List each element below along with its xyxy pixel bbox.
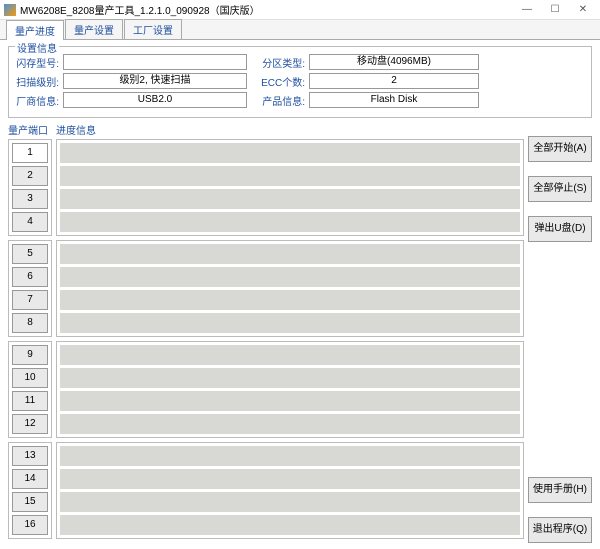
port-button-3[interactable]: 3	[12, 189, 48, 209]
minimize-button[interactable]: —	[520, 4, 534, 15]
progress-group-2	[56, 240, 524, 337]
scan-value: 级别2, 快速扫描	[63, 73, 247, 89]
vendor-label: 厂商信息:	[15, 93, 59, 108]
tab-progress[interactable]: 量产进度	[6, 20, 64, 40]
port-button-15[interactable]: 15	[12, 492, 48, 512]
progress-row	[60, 313, 520, 333]
settings-legend: 设置信息	[15, 40, 59, 55]
flash-label: 闪存型号:	[15, 55, 59, 70]
app-icon	[4, 4, 16, 16]
partition-value: 移动盘(4096MB)	[309, 54, 479, 70]
partition-label: 分区类型:	[261, 55, 305, 70]
port-button-12[interactable]: 12	[12, 414, 48, 434]
progress-row	[60, 515, 520, 535]
port-button-9[interactable]: 9	[12, 345, 48, 365]
progress-row	[60, 446, 520, 466]
scan-label: 扫描级别:	[15, 74, 59, 89]
progress-row	[60, 368, 520, 388]
window-controls: — ☐ ✕	[520, 4, 596, 15]
titlebar: MW6208E_8208量产工具_1.2.1.0_090928（国庆版） — ☐…	[0, 0, 600, 20]
port-group-1: 1 2 3 4	[8, 139, 52, 236]
progress-row	[60, 189, 520, 209]
progress-column-head: 进度信息	[56, 122, 524, 139]
port-group-2: 5 6 7 8	[8, 240, 52, 337]
window-title: MW6208E_8208量产工具_1.2.1.0_090928（国庆版）	[20, 2, 520, 17]
start-all-button[interactable]: 全部开始(A)	[528, 136, 592, 162]
ecc-value: 2	[309, 73, 479, 89]
maximize-button[interactable]: ☐	[548, 4, 562, 15]
progress-group-3	[56, 341, 524, 438]
eject-button[interactable]: 弹出U盘(D)	[528, 216, 592, 242]
manual-button[interactable]: 使用手册(H)	[528, 477, 592, 503]
progress-row	[60, 244, 520, 264]
action-column: 全部开始(A) 全部停止(S) 弹出U盘(D) 使用手册(H) 退出程序(Q)	[528, 122, 592, 543]
port-column: 量产端口 1 2 3 4 5 6 7 8 9 10 11 12 13 14	[8, 122, 52, 543]
progress-column: 进度信息	[56, 122, 524, 543]
progress-row	[60, 469, 520, 489]
port-column-head: 量产端口	[8, 122, 52, 139]
ecc-label: ECC个数:	[261, 74, 305, 89]
progress-row	[60, 212, 520, 232]
port-button-8[interactable]: 8	[12, 313, 48, 333]
settings-group: 设置信息 闪存型号: 分区类型: 移动盘(4096MB) 扫描级别: 级别2, …	[8, 46, 592, 118]
flash-value	[63, 54, 247, 70]
tab-settings[interactable]: 量产设置	[65, 19, 123, 39]
vendor-value: USB2.0	[63, 92, 247, 108]
stop-all-button[interactable]: 全部停止(S)	[528, 176, 592, 202]
progress-group-4	[56, 442, 524, 539]
port-button-6[interactable]: 6	[12, 267, 48, 287]
port-button-1[interactable]: 1	[12, 143, 48, 163]
progress-row	[60, 345, 520, 365]
port-group-4: 13 14 15 16	[8, 442, 52, 539]
product-label: 产品信息:	[261, 93, 305, 108]
progress-row	[60, 492, 520, 512]
port-button-2[interactable]: 2	[12, 166, 48, 186]
progress-row	[60, 143, 520, 163]
exit-button[interactable]: 退出程序(Q)	[528, 517, 592, 543]
port-button-14[interactable]: 14	[12, 469, 48, 489]
port-button-5[interactable]: 5	[12, 244, 48, 264]
content-area: 设置信息 闪存型号: 分区类型: 移动盘(4096MB) 扫描级别: 级别2, …	[0, 40, 600, 549]
port-button-16[interactable]: 16	[12, 515, 48, 535]
port-group-3: 9 10 11 12	[8, 341, 52, 438]
tab-factory[interactable]: 工厂设置	[124, 19, 182, 39]
progress-row	[60, 166, 520, 186]
close-button[interactable]: ✕	[576, 4, 590, 15]
port-button-7[interactable]: 7	[12, 290, 48, 310]
port-button-4[interactable]: 4	[12, 212, 48, 232]
main-area: 量产端口 1 2 3 4 5 6 7 8 9 10 11 12 13 14	[8, 122, 592, 543]
product-value: Flash Disk	[309, 92, 479, 108]
tab-bar: 量产进度 量产设置 工厂设置	[0, 20, 600, 40]
progress-row	[60, 267, 520, 287]
progress-row	[60, 391, 520, 411]
progress-row	[60, 290, 520, 310]
port-button-13[interactable]: 13	[12, 446, 48, 466]
port-button-11[interactable]: 11	[12, 391, 48, 411]
port-button-10[interactable]: 10	[12, 368, 48, 388]
progress-row	[60, 414, 520, 434]
progress-group-1	[56, 139, 524, 236]
